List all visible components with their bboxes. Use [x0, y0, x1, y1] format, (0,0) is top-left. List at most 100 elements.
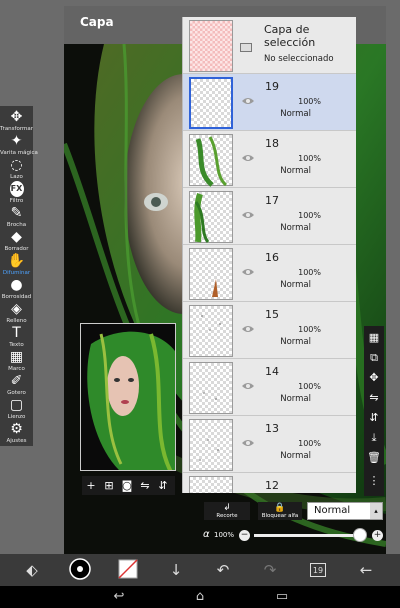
- tool-label: Gotero: [7, 390, 26, 396]
- flip-horizontal-icon[interactable]: ⇋: [136, 476, 154, 495]
- tool-fx[interactable]: FX Filtro: [0, 181, 33, 205]
- layer-opacity: 100%: [298, 97, 321, 106]
- layer-opacity: 100%: [298, 325, 321, 334]
- arrow-down-icon[interactable]: ↓: [164, 558, 188, 582]
- lock-alpha-button[interactable]: 🔒 Bloquear alfa: [258, 502, 302, 520]
- tool-magic-wand[interactable]: ✦ Varita mágica: [0, 133, 38, 157]
- layer-row[interactable]: 18 100% Normal: [183, 131, 356, 188]
- back-arrow-icon[interactable]: ←: [354, 558, 378, 582]
- tool-label: Filtro: [9, 198, 24, 204]
- layers-button[interactable]: 19: [306, 558, 330, 582]
- layer-number: 18: [265, 137, 279, 150]
- layer-blend-mode: Normal: [280, 451, 311, 461]
- selection-layer-row[interactable]: Capa de selección No seleccionado: [183, 17, 356, 74]
- tool-label: Lienzo: [7, 414, 26, 420]
- tool-label: Borrosidad: [1, 294, 32, 300]
- layer-thumbnail: [189, 476, 233, 493]
- blur-drop-icon: ●: [10, 277, 23, 293]
- layer-thumbnail-art: [203, 392, 217, 400]
- canvas-preview-thumbnail[interactable]: [80, 323, 176, 471]
- camera-icon[interactable]: ◙: [118, 476, 136, 495]
- redo-icon[interactable]: ↷: [258, 558, 282, 582]
- tool-eraser[interactable]: ◆ Borrador: [0, 229, 33, 253]
- dialog-title: Capa: [80, 15, 114, 29]
- opacity-slider[interactable]: [254, 534, 360, 537]
- layer-row[interactable]: 12: [183, 473, 356, 493]
- eye-visibility-icon[interactable]: [241, 96, 255, 106]
- nav-home-icon[interactable]: ⌂: [189, 589, 211, 605]
- add-layer-icon[interactable]: +: [82, 476, 100, 495]
- eye-visibility-icon[interactable]: [241, 210, 255, 220]
- clip-button[interactable]: ↲ Recorte: [204, 502, 250, 520]
- checker-pattern-icon[interactable]: ▦: [364, 328, 384, 348]
- tool-move-arrows[interactable]: ✥ Transformar: [0, 109, 33, 133]
- selection-layer-thumbnail: [189, 20, 233, 72]
- tool-palette: ✥ Transformar ✦ Varita mágica ◌ Lazo FX Filtro ✎…: [0, 106, 38, 446]
- layer-row[interactable]: 19 100% Normal: [183, 74, 356, 131]
- tool-label: Relleno: [6, 318, 27, 324]
- eye-visibility-icon[interactable]: [241, 438, 255, 448]
- layer-number: 19: [265, 80, 279, 93]
- tool-lasso[interactable]: ◌ Lazo: [0, 157, 33, 181]
- nav-back-icon[interactable]: ↩: [108, 589, 130, 605]
- tool-eyedropper[interactable]: ✐ Gotero: [0, 373, 33, 397]
- frame-icon: ▦: [9, 349, 24, 365]
- add-layer-copy-icon[interactable]: ⊞: [100, 476, 118, 495]
- tool-text[interactable]: T Texto: [0, 325, 33, 349]
- brush-icon: ✎: [10, 205, 23, 221]
- layer-thumbnail: [189, 134, 233, 187]
- flip-horizontal-icon[interactable]: ⇋: [364, 388, 384, 408]
- tool-canvas[interactable]: ▢ Lienzo: [0, 397, 33, 421]
- swap-color-icon[interactable]: ⬖: [20, 558, 44, 582]
- layer-opacity: 100%: [298, 268, 321, 277]
- layer-row[interactable]: 15 100% Normal: [183, 302, 356, 359]
- layer-blend-mode: Normal: [280, 223, 311, 233]
- tool-label: Ajustes: [6, 438, 27, 444]
- trash-icon[interactable]: 🗑: [364, 448, 384, 468]
- layer-blend-mode: Normal: [280, 394, 311, 404]
- layer-row[interactable]: 14 100% Normal: [183, 359, 356, 416]
- eye-visibility-icon[interactable]: [241, 381, 255, 391]
- nav-recents-icon[interactable]: ▭: [271, 589, 293, 605]
- tool-blur-drop[interactable]: ● Borrosidad: [0, 277, 33, 301]
- layer-thumbnail: [189, 305, 233, 357]
- clip-arrow-icon: ↲: [223, 503, 231, 513]
- brush-size-indicator[interactable]: [68, 557, 92, 581]
- lock-icon: 🔒: [274, 503, 286, 513]
- color-swatch[interactable]: [116, 558, 140, 582]
- flip-vertical-icon[interactable]: ⇵: [154, 476, 172, 495]
- merge-layers-icon[interactable]: ⧉: [364, 348, 384, 368]
- tool-fill-bucket[interactable]: ◈ Relleno: [0, 301, 33, 325]
- opacity-slider-knob[interactable]: [353, 528, 367, 542]
- dropdown-arrow-icon: ▴: [370, 503, 382, 519]
- tool-gear[interactable]: ⚙ Ajustes: [0, 421, 33, 445]
- layer-thumbnail: [189, 191, 233, 243]
- tool-smudge[interactable]: ✋ Difuminar: [0, 253, 33, 277]
- eye-visibility-icon[interactable]: [241, 267, 255, 277]
- tool-frame[interactable]: ▦ Marco: [0, 349, 33, 373]
- magic-wand-icon: ✦: [10, 133, 23, 149]
- fill-bucket-icon: ◈: [11, 301, 22, 317]
- layer-number: 16: [265, 251, 279, 264]
- undo-icon[interactable]: ↶: [211, 558, 235, 582]
- tool-label: Difuminar: [2, 270, 31, 276]
- more-options-icon[interactable]: ⋮: [364, 471, 384, 491]
- layer-row[interactable]: 13 100% Normal: [183, 416, 356, 473]
- tool-brush[interactable]: ✎ Brocha: [0, 205, 33, 229]
- opacity-increase-button[interactable]: +: [372, 530, 383, 541]
- layer-row[interactable]: 16 100% Normal: [183, 245, 356, 302]
- eye-visibility-icon[interactable]: [241, 324, 255, 334]
- move-arrows-icon[interactable]: ✥: [364, 368, 384, 388]
- tool-label: Borrador: [4, 246, 29, 252]
- opacity-decrease-button[interactable]: −: [239, 530, 250, 541]
- gear-icon: ⚙: [10, 421, 23, 437]
- flip-vertical-icon[interactable]: ⇵: [364, 408, 384, 428]
- layer-number: 17: [265, 194, 279, 207]
- blend-mode-select[interactable]: Normal ▴: [307, 502, 383, 520]
- eye-visibility-icon[interactable]: [241, 153, 255, 163]
- merge-down-icon[interactable]: ⤓: [364, 428, 384, 448]
- layer-row[interactable]: 17 100% Normal: [183, 188, 356, 245]
- preview-toolbar: + ⊞ ◙ ⇋ ⇵: [82, 476, 175, 495]
- layer-thumbnail: [189, 362, 233, 414]
- layer-number: 15: [265, 308, 279, 321]
